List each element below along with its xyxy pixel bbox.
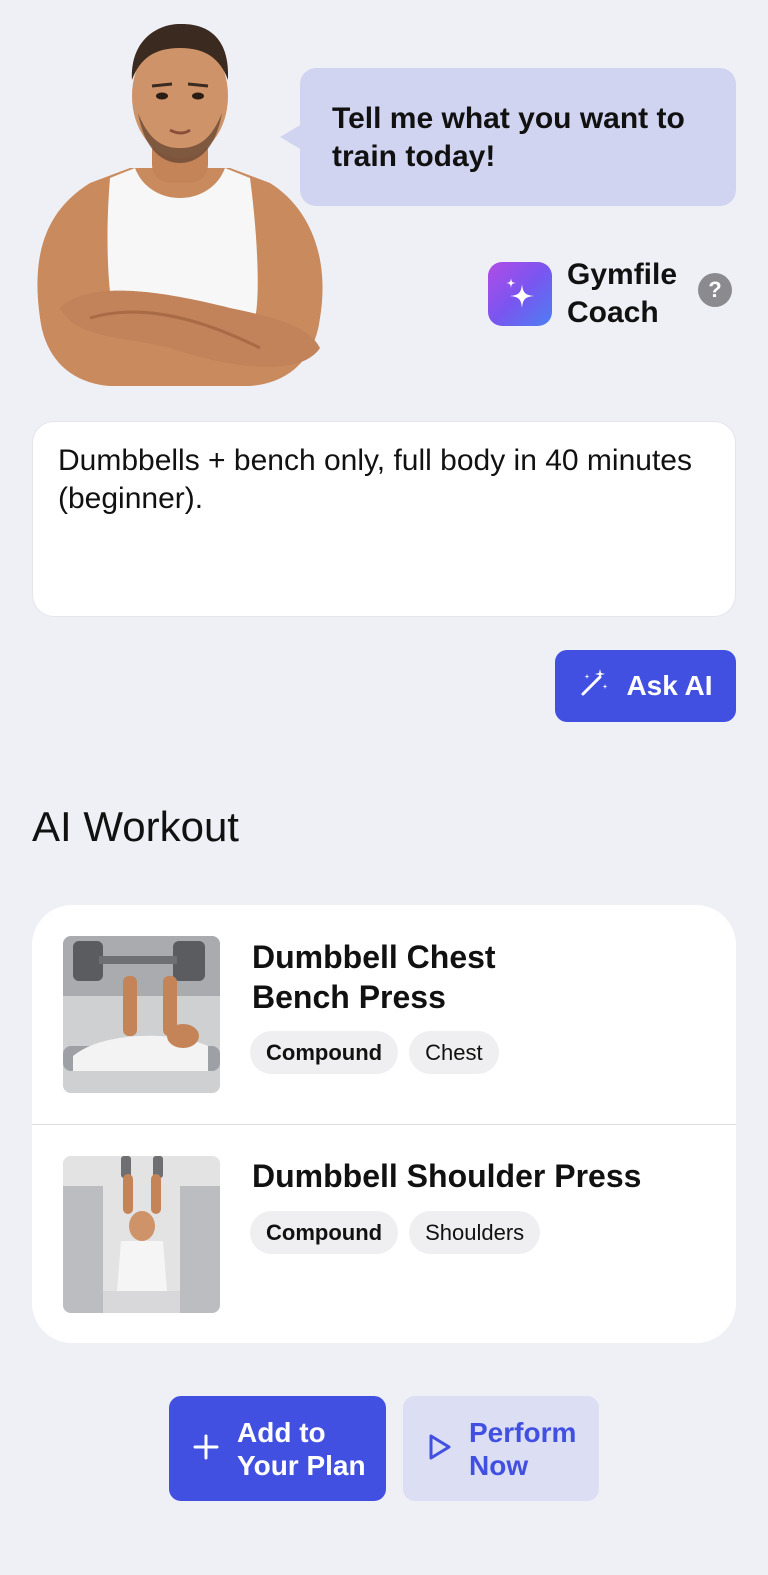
- perform-now-label: Perform Now: [469, 1416, 577, 1481]
- add-to-plan-label: Add to Your Plan: [237, 1416, 366, 1481]
- tag-muscle: Chest: [409, 1031, 499, 1074]
- tag-type: Compound: [250, 1031, 399, 1074]
- coach-name: Gymfile Coach: [567, 258, 678, 329]
- tag-muscle: Shoulders: [409, 1211, 541, 1254]
- sparkles-icon: [488, 262, 552, 326]
- exercise-row[interactable]: Dumbbell Shoulder Press Compound Shoulde…: [32, 1125, 736, 1343]
- ask-ai-button[interactable]: Ask AI: [555, 650, 736, 722]
- play-icon: [427, 1433, 453, 1464]
- add-to-plan-button[interactable]: Add to Your Plan: [169, 1396, 386, 1501]
- exercise-row[interactable]: Dumbbell Chest Bench Press Compound Ches…: [32, 905, 736, 1125]
- magic-wand-icon: [578, 667, 610, 706]
- plus-icon: [193, 1434, 219, 1463]
- ask-ai-label: Ask AI: [626, 670, 713, 701]
- coach-avatar: [30, 18, 330, 390]
- coach-speech-bubble: Tell me what you want to train today!: [300, 68, 736, 206]
- exercise-thumbnail: [63, 1156, 220, 1313]
- speech-bubble-text: Tell me what you want to train today!: [332, 102, 685, 173]
- perform-now-button[interactable]: Perform Now: [403, 1396, 599, 1501]
- help-icon[interactable]: ?: [698, 273, 732, 307]
- exercise-thumbnail: [63, 936, 220, 1093]
- exercise-title: Dumbbell Chest Bench Press: [252, 939, 496, 1015]
- section-title: AI Workout: [32, 803, 239, 850]
- workout-card: Dumbbell Chest Bench Press Compound Ches…: [32, 905, 736, 1343]
- ai-coach-screen: Tell me what you want to train today! Gy…: [0, 0, 768, 1575]
- exercise-tags: Compound Shoulders: [250, 1211, 541, 1254]
- coach-badge: Gymfile Coach: [488, 256, 697, 332]
- speech-bubble-tail: [280, 124, 302, 150]
- prompt-input[interactable]: Dumbbells + bench only, full body in 40 …: [32, 421, 736, 617]
- exercise-tags: Compound Chest: [250, 1031, 499, 1074]
- exercise-title: Dumbbell Shoulder Press: [252, 1158, 642, 1194]
- tag-type: Compound: [250, 1211, 399, 1254]
